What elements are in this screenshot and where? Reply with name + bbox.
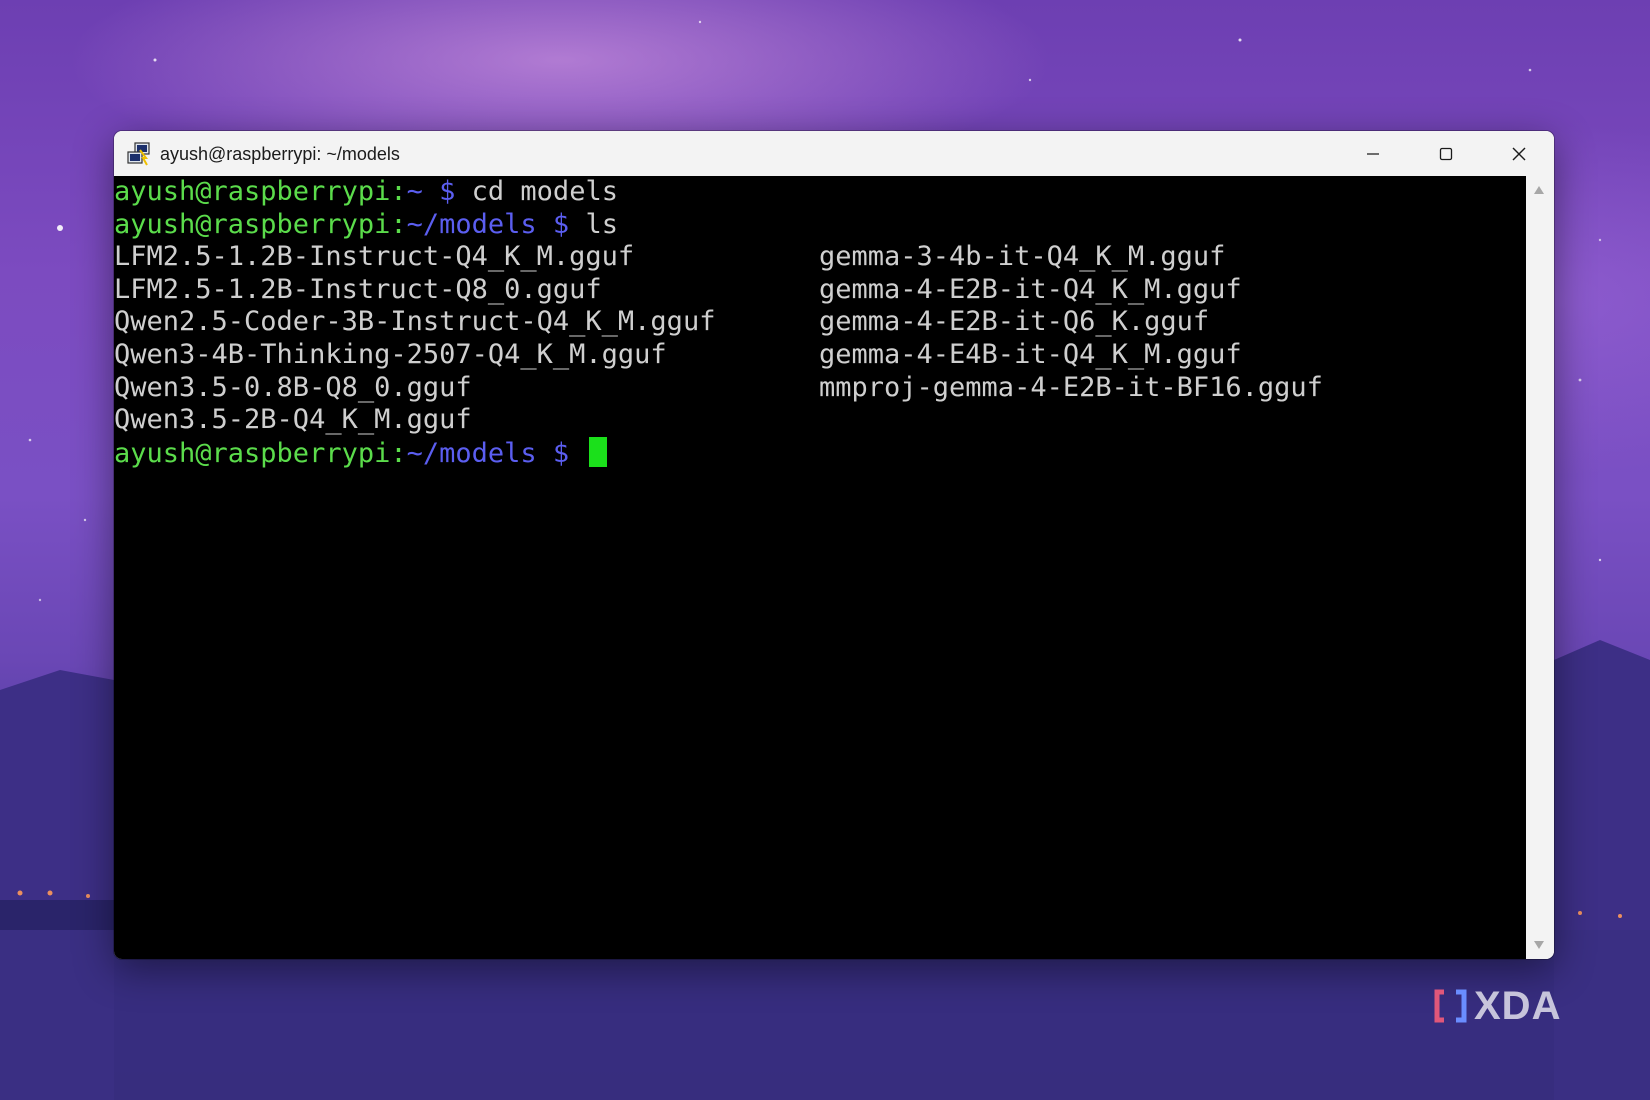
prompt-path: ~	[406, 176, 423, 207]
terminal-output[interactable]: ayush@raspberrypi:~ $ cd models ayush@ra…	[114, 176, 1526, 959]
ls-output-row: Qwen3.5-0.8B-Q8_0.gguf mmproj-gemma-4-E2B…	[114, 372, 1526, 405]
xda-logo-bracket-icon	[1434, 989, 1467, 1023]
prompt-user: ayush@raspberrypi	[114, 176, 391, 207]
prompt-command: cd models	[471, 176, 618, 207]
xda-watermark: XDA	[1434, 983, 1562, 1028]
title-bar[interactable]: ayush@raspberrypi: ~/models	[114, 131, 1554, 176]
terminal-line-prompt-1: ayush@raspberrypi:~ $ cd models	[114, 176, 1526, 209]
close-icon	[1512, 147, 1526, 160]
file-entry: Qwen3.5-0.8B-Q8_0.gguf	[114, 371, 472, 403]
close-button[interactable]	[1484, 131, 1554, 176]
vertical-scrollbar[interactable]	[1526, 176, 1554, 959]
scroll-down-arrow-icon[interactable]	[1534, 941, 1544, 949]
prompt-user: ayush@raspberrypi	[114, 437, 391, 469]
file-entry: LFM2.5-1.2B-Instruct-Q4_K_M.gguf	[114, 241, 635, 273]
prompt-path: ~/models	[406, 208, 537, 240]
file-entry: LFM2.5-1.2B-Instruct-Q8_0.gguf	[114, 273, 602, 305]
maximize-icon	[1439, 147, 1453, 160]
file-entry: Qwen2.5-Coder-3B-Instruct-Q4_K_M.gguf	[114, 306, 716, 338]
prompt-separator: :	[390, 437, 407, 469]
ls-output-row: LFM2.5-1.2B-Instruct-Q4_K_M.gguf gemma-3-…	[114, 241, 1526, 274]
terminal-window: ayush@raspberrypi: ~/models ayush@raspbe…	[114, 131, 1554, 959]
file-entry: gemma-4-E4B-it-Q4_K_M.gguf	[819, 338, 1242, 370]
prompt-dollar: $	[536, 437, 586, 469]
prompt-dollar: $	[536, 208, 586, 240]
file-entry: gemma-4-E2B-it-Q4_K_M.gguf	[819, 273, 1242, 305]
terminal-line-prompt-3[interactable]: ayush@raspberrypi:~/models $	[114, 436, 1526, 470]
prompt-separator: :	[390, 208, 407, 240]
file-entry: Qwen3.5-2B-Q4_K_M.gguf	[114, 404, 472, 436]
maximize-button[interactable]	[1411, 131, 1481, 176]
prompt-path: ~/models	[406, 437, 537, 469]
ls-output-row: LFM2.5-1.2B-Instruct-Q8_0.gguf gemma-4-E2…	[114, 274, 1526, 307]
terminal-line-prompt-2: ayush@raspberrypi:~/models $ ls	[114, 209, 1526, 242]
scroll-up-arrow-icon[interactable]	[1534, 186, 1544, 194]
file-entry: Qwen3-4B-Thinking-2507-Q4_K_M.gguf	[114, 338, 667, 370]
ls-output-row: Qwen3.5-2B-Q4_K_M.gguf	[114, 404, 1526, 437]
file-entry: gemma-4-E2B-it-Q6_K.gguf	[819, 306, 1210, 338]
prompt-dollar: $	[422, 176, 472, 207]
file-entry: mmproj-gemma-4-E2B-it-BF16.gguf	[819, 371, 1323, 403]
window-title: ayush@raspberrypi: ~/models	[160, 144, 400, 164]
prompt-user: ayush@raspberrypi	[114, 208, 391, 240]
prompt-command: ls	[585, 208, 618, 240]
file-entry: gemma-3-4b-it-Q4_K_M.gguf	[819, 241, 1226, 273]
prompt-separator: :	[390, 176, 407, 207]
ls-output-row: Qwen3-4B-Thinking-2507-Q4_K_M.gguf gemma-…	[114, 339, 1526, 372]
watermark-text: XDA	[1474, 983, 1562, 1028]
putty-app-icon	[127, 142, 150, 166]
ls-output-row: Qwen2.5-Coder-3B-Instruct-Q4_K_M.gguf gem…	[114, 306, 1526, 339]
minimize-button[interactable]	[1338, 131, 1408, 176]
text-cursor	[589, 436, 608, 467]
minimize-icon	[1367, 152, 1379, 155]
